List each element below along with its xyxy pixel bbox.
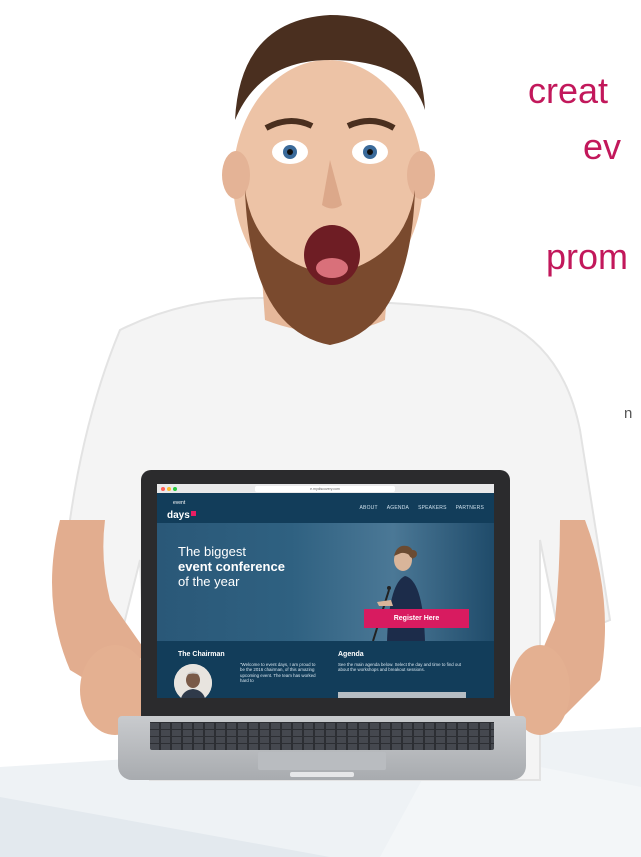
agenda-heading: Agenda: [338, 651, 364, 658]
logo-badge-icon: [190, 511, 196, 517]
hero-title: The biggest event conference of the year: [178, 544, 285, 589]
chairman-quote: "Welcome to event days, I am proud to be…: [240, 662, 316, 684]
nav-link-partners[interactable]: PARTNERS: [456, 505, 484, 511]
nav-link-speakers[interactable]: SPEAKERS: [418, 505, 447, 511]
close-window-icon[interactable]: [161, 486, 165, 491]
maximize-window-icon[interactable]: [173, 486, 177, 491]
site-header: event days ABOUT AGENDA SPEAKERS PARTNER…: [157, 493, 494, 523]
minimize-window-icon[interactable]: [167, 486, 171, 491]
laptop-screen: e.mydiscovery.com event days ABOUT AGEND…: [157, 484, 494, 698]
laptop-notch: [290, 772, 354, 777]
site-nav-links: ABOUT AGENDA SPEAKERS PARTNERS: [360, 505, 485, 511]
agenda-day-selector[interactable]: [338, 692, 466, 698]
nav-link-agenda[interactable]: AGENDA: [387, 505, 409, 511]
laptop-trackpad: [258, 752, 386, 770]
content-section: The Chairman "Welcome to event days, I a…: [157, 641, 494, 698]
hero-line-2: event conference: [178, 559, 285, 574]
chairman-avatar: [174, 664, 212, 698]
nav-link-about[interactable]: ABOUT: [360, 505, 378, 511]
keyboard-rows: [150, 722, 494, 750]
site-logo[interactable]: event days: [167, 501, 196, 522]
hero-banner: The biggest event conference of the year…: [157, 523, 494, 641]
logo-small-text: event: [173, 500, 186, 506]
agenda-description: See the main agenda below. Select the da…: [338, 662, 462, 673]
register-button[interactable]: Register Here: [364, 609, 469, 628]
browser-toolbar: e.mydiscovery.com: [157, 484, 494, 493]
address-bar[interactable]: e.mydiscovery.com: [255, 485, 395, 492]
chairman-heading: The Chairman: [178, 651, 225, 658]
hero-line-1: The biggest: [178, 544, 246, 559]
hero-line-3: of the year: [178, 574, 240, 589]
logo-main-text: days: [167, 510, 190, 521]
chairman-portrait-icon: [174, 664, 212, 698]
